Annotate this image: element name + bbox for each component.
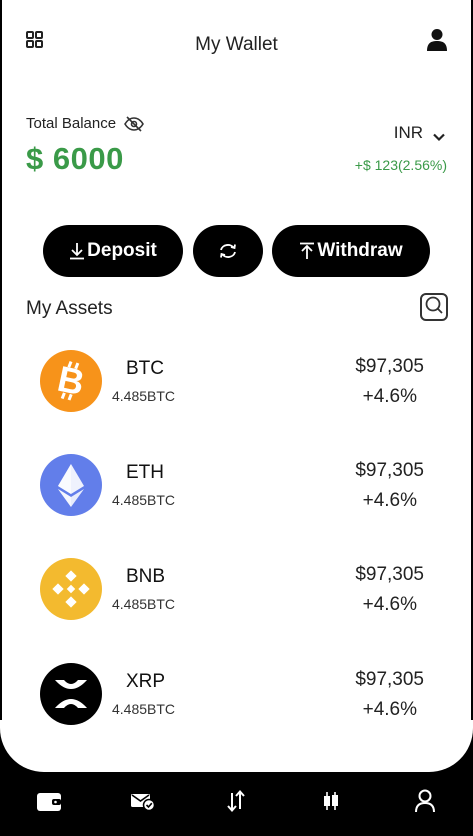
bitcoin-icon: B <box>40 350 102 412</box>
currency-label: INR <box>393 123 423 142</box>
nav-transfer[interactable] <box>221 789 251 817</box>
bottom-nav <box>0 772 473 836</box>
asset-change: +4.6% <box>362 490 417 511</box>
binance-icon <box>40 558 102 620</box>
profile-icon <box>414 789 436 818</box>
nav-mail[interactable] <box>128 790 158 816</box>
nav-wallet[interactable] <box>34 790 64 816</box>
xrp-icon <box>40 663 102 725</box>
asset-price: $97,305 <box>355 460 424 481</box>
balance-label-row: Total Balance <box>26 115 144 132</box>
action-buttons: Deposit Withdraw <box>0 225 473 277</box>
asset-row-xrp[interactable]: XRP 4.485BTC $97,305 +4.6% <box>0 663 473 727</box>
eye-off-icon[interactable] <box>124 115 144 132</box>
nav-profile[interactable] <box>410 789 440 818</box>
asset-price: $97,305 <box>355 669 424 690</box>
swap-button[interactable] <box>193 225 263 277</box>
asset-quantity: 4.485BTC <box>112 596 176 612</box>
asset-change: +4.6% <box>362 594 417 615</box>
asset-row-eth[interactable]: ETH 4.485BTC $97,305 +4.6% <box>0 454 473 518</box>
page-title: My Wallet <box>195 34 278 55</box>
balance-change: +$ 123(2.56%) <box>354 157 447 173</box>
asset-price: $97,305 <box>355 564 424 585</box>
wallet-icon <box>36 790 62 817</box>
asset-symbol: BTC <box>126 358 164 379</box>
withdraw-button[interactable]: Withdraw <box>272 225 430 277</box>
asset-quantity: 4.485BTC <box>112 701 176 717</box>
asset-quantity: 4.485BTC <box>112 388 176 404</box>
withdraw-label: Withdraw <box>317 240 403 261</box>
asset-row-btc[interactable]: B BTC 4.485BTC $97,305 +4.6% <box>0 350 473 414</box>
search-button[interactable] <box>420 293 448 321</box>
asset-quantity: 4.485BTC <box>112 492 176 508</box>
assets-title: My Assets <box>26 298 113 319</box>
balance-label: Total Balance <box>26 115 117 132</box>
header: My Wallet <box>0 28 473 60</box>
mail-check-icon <box>130 791 156 816</box>
currency-selector[interactable]: INR <box>394 123 445 143</box>
asset-symbol: BNB <box>126 566 166 587</box>
refresh-icon <box>218 242 238 260</box>
ethereum-icon <box>40 454 102 516</box>
wallet-card: My Wallet Total Balance $ 6000 INR +$ 12… <box>0 0 473 772</box>
download-icon <box>69 242 85 260</box>
asset-symbol: ETH <box>126 462 164 483</box>
asset-change: +4.6% <box>362 699 417 720</box>
asset-change: +4.6% <box>362 386 417 407</box>
user-icon[interactable] <box>426 28 448 52</box>
upload-icon <box>299 242 315 260</box>
asset-symbol: XRP <box>126 671 166 692</box>
asset-row-bnb[interactable]: BNB 4.485BTC $97,305 +4.6% <box>0 558 473 622</box>
nav-market[interactable] <box>316 790 346 816</box>
deposit-label: Deposit <box>87 240 157 261</box>
chevron-down-icon <box>433 129 445 141</box>
transfer-icon <box>226 789 246 817</box>
balance-amount: $ 6000 <box>26 141 124 176</box>
asset-price: $97,305 <box>355 356 424 377</box>
deposit-button[interactable]: Deposit <box>43 225 183 277</box>
search-icon <box>424 295 444 320</box>
candlestick-icon <box>321 790 341 817</box>
